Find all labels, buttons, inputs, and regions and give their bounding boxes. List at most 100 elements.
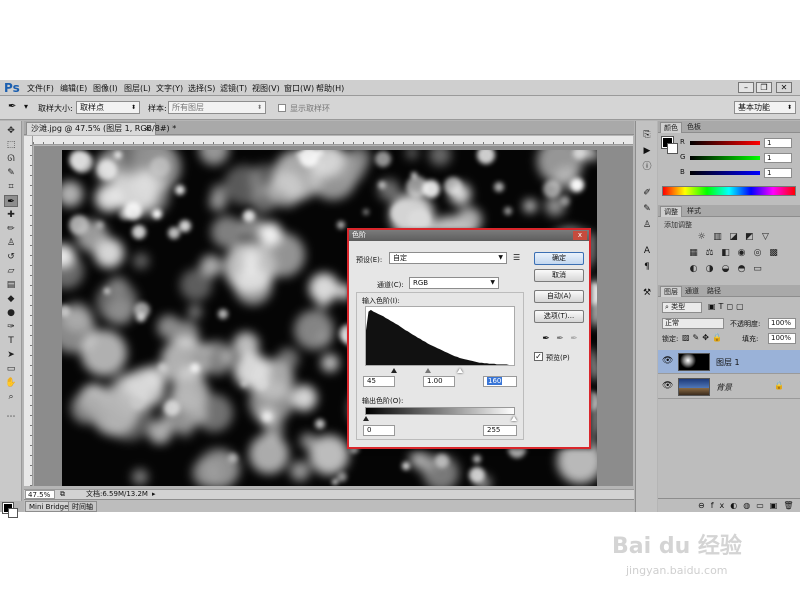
- tab-adjustments[interactable]: 调整: [660, 206, 682, 217]
- clone-source-icon[interactable]: ♙: [641, 219, 653, 231]
- tab-swatches[interactable]: 色板: [684, 122, 704, 133]
- opacity-field[interactable]: 100%: [768, 318, 796, 329]
- ok-button[interactable]: 确定: [534, 252, 584, 265]
- tab-layers[interactable]: 图层: [660, 286, 682, 297]
- menu-file[interactable]: 文件(F): [27, 83, 54, 94]
- exposure-icon[interactable]: ◩: [744, 232, 755, 243]
- menu-edit[interactable]: 编辑(E): [60, 83, 87, 94]
- red-value[interactable]: 1: [764, 138, 792, 148]
- hand-tool-icon[interactable]: ✋: [4, 377, 18, 389]
- color-lookup-icon[interactable]: ▩: [768, 248, 779, 259]
- color-bg-swatch[interactable]: [667, 143, 678, 154]
- preset-options-icon[interactable]: ☰: [513, 253, 520, 262]
- shape-tool-icon[interactable]: ▭: [4, 363, 18, 375]
- lock-icons[interactable]: ▨✎✥🔒: [682, 333, 725, 342]
- zoom-level[interactable]: 47.5%: [25, 490, 55, 499]
- tab-styles[interactable]: 样式: [684, 206, 704, 217]
- marquee-tool-icon[interactable]: ⬚: [4, 139, 18, 151]
- auto-button[interactable]: 自动(A): [534, 290, 584, 303]
- healing-brush-tool-icon[interactable]: ✚: [4, 209, 18, 221]
- tab-mini-bridge[interactable]: Mini Bridge: [25, 501, 73, 512]
- lasso-tool-icon[interactable]: ᘏ: [4, 153, 18, 165]
- quick-select-tool-icon[interactable]: ✎: [4, 167, 18, 179]
- blue-value[interactable]: 1: [764, 168, 792, 178]
- blur-tool-icon[interactable]: ◆: [4, 293, 18, 305]
- dodge-tool-icon[interactable]: ●: [4, 307, 18, 319]
- share-icon[interactable]: ⧉: [60, 490, 65, 499]
- red-slider[interactable]: [690, 141, 760, 145]
- zoom-tool-icon[interactable]: ⌕: [4, 391, 18, 403]
- crop-tool-icon[interactable]: ⌗: [4, 181, 18, 193]
- status-arrow-icon[interactable]: ▸: [152, 490, 156, 499]
- input-gamma-slider[interactable]: [425, 368, 431, 373]
- channel-select[interactable]: RGB ▼: [409, 277, 499, 289]
- eyedropper-icon[interactable]: ✒: [8, 101, 16, 112]
- output-black-field[interactable]: 0: [363, 425, 395, 436]
- move-tool-icon[interactable]: ✥: [4, 125, 18, 137]
- character-panel-icon[interactable]: A: [641, 245, 653, 257]
- paragraph-panel-icon[interactable]: ¶: [641, 261, 653, 273]
- tab-paths[interactable]: 路径: [704, 286, 724, 297]
- brush-tool-icon[interactable]: ✏: [4, 223, 18, 235]
- visibility-eye-icon[interactable]: 👁: [662, 356, 673, 366]
- restore-button[interactable]: ❐: [756, 82, 772, 93]
- menu-view[interactable]: 视图(V): [252, 83, 280, 94]
- info-panel-icon[interactable]: ⓘ: [641, 161, 653, 173]
- layer-row[interactable]: 👁 背景 🔒: [658, 375, 800, 399]
- tab-timeline[interactable]: 时间轴: [68, 501, 97, 512]
- gradient-map-icon[interactable]: ▭: [752, 264, 763, 275]
- menu-layer[interactable]: 图层(L): [124, 83, 151, 94]
- menu-select[interactable]: 选择(S): [188, 83, 215, 94]
- tool-presets-icon[interactable]: ⚒: [641, 287, 653, 299]
- levels-icon[interactable]: ▥: [712, 232, 723, 243]
- cancel-button[interactable]: 取消: [534, 269, 584, 282]
- close-window-button[interactable]: ✕: [776, 82, 792, 93]
- white-point-eyedropper-icon[interactable]: ✒: [569, 333, 579, 345]
- input-white-field[interactable]: 160: [483, 376, 517, 387]
- layer-kind-filter[interactable]: ⌕ 类型: [662, 302, 702, 313]
- input-black-field[interactable]: 45: [363, 376, 395, 387]
- color-spectrum[interactable]: [662, 186, 796, 196]
- menu-image[interactable]: 图像(I): [93, 83, 118, 94]
- actions-panel-icon[interactable]: ▶: [641, 145, 653, 157]
- fill-field[interactable]: 100%: [768, 333, 796, 344]
- history-panel-icon[interactable]: ⎘: [641, 129, 653, 141]
- path-select-tool-icon[interactable]: ➤: [4, 349, 18, 361]
- sample-size-select[interactable]: 取样点 ⬍: [76, 101, 140, 114]
- invert-icon[interactable]: ◐: [688, 264, 699, 275]
- type-tool-icon[interactable]: T: [4, 335, 18, 347]
- green-value[interactable]: 1: [764, 153, 792, 163]
- output-white-slider[interactable]: [511, 416, 517, 421]
- eyedropper-tool-icon[interactable]: ✒: [4, 195, 18, 207]
- tool-preset-arrow-icon[interactable]: ▾: [24, 102, 28, 111]
- document-tab[interactable]: 沙滩.jpg @ 47.5% (图层 1, RGB/8#) * ×: [26, 122, 176, 135]
- gray-point-eyedropper-icon[interactable]: ✒: [555, 333, 565, 345]
- green-slider[interactable]: [690, 156, 760, 160]
- channel-mixer-icon[interactable]: ◎: [752, 248, 763, 259]
- black-point-eyedropper-icon[interactable]: ✒: [541, 333, 551, 345]
- blue-slider[interactable]: [690, 171, 760, 175]
- black-white-icon[interactable]: ◧: [720, 248, 731, 259]
- close-icon[interactable]: ×: [144, 123, 151, 135]
- menu-type[interactable]: 文字(Y): [156, 83, 183, 94]
- output-black-slider[interactable]: [363, 416, 369, 421]
- hue-icon[interactable]: ▦: [688, 248, 699, 259]
- output-white-field[interactable]: 255: [483, 425, 517, 436]
- brush-panel-icon[interactable]: ✐: [641, 187, 653, 199]
- gradient-tool-icon[interactable]: ▤: [4, 279, 18, 291]
- visibility-eye-icon[interactable]: 👁: [662, 381, 673, 391]
- workspace-select[interactable]: 基本功能 ⬍: [734, 101, 796, 114]
- dialog-title-bar[interactable]: 色阶 x: [349, 230, 589, 241]
- tab-channels[interactable]: 通道: [682, 286, 702, 297]
- tab-color[interactable]: 颜色: [660, 122, 682, 133]
- show-ring-checkbox[interactable]: [278, 104, 286, 112]
- blend-mode-select[interactable]: 正常: [662, 318, 724, 329]
- extra-tool-icon[interactable]: ⋯: [4, 411, 18, 423]
- posterize-icon[interactable]: ◑: [704, 264, 715, 275]
- input-white-slider[interactable]: [457, 368, 463, 373]
- options-button[interactable]: 选项(T)...: [534, 310, 584, 323]
- layers-footer-icons[interactable]: ⊖fx◐◍▭▣🗑: [658, 498, 800, 512]
- color-balance-icon[interactable]: ⚖: [704, 248, 715, 259]
- menu-help[interactable]: 帮助(H): [316, 83, 344, 94]
- sample-select[interactable]: 所有图层 ⬍: [168, 101, 266, 114]
